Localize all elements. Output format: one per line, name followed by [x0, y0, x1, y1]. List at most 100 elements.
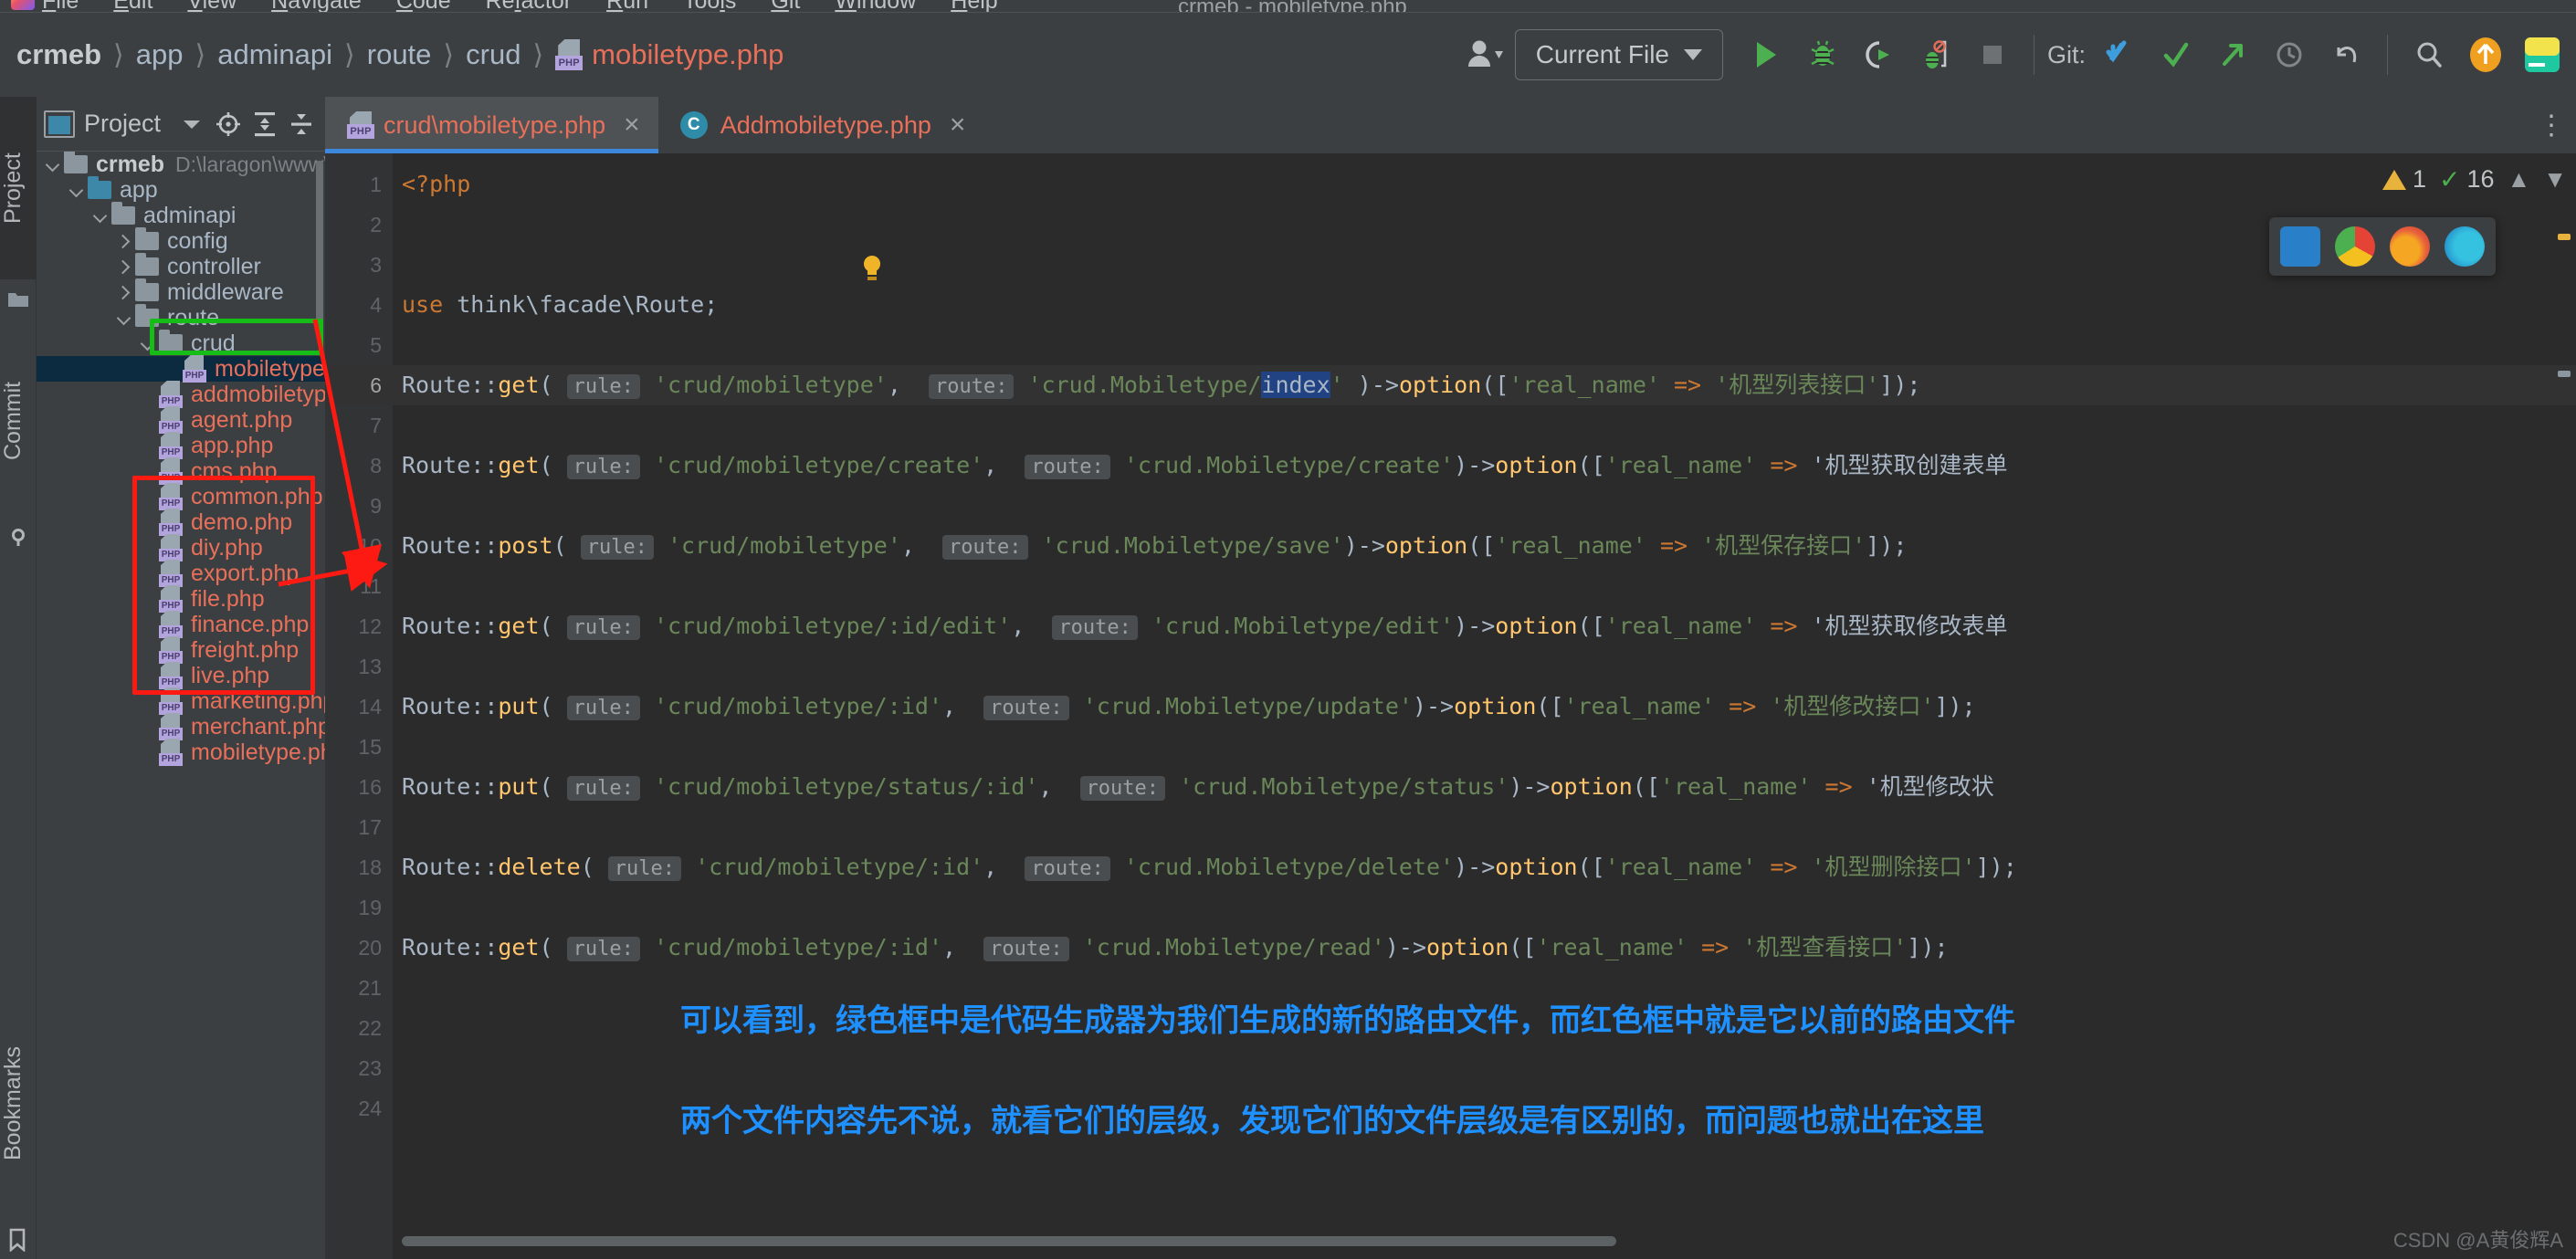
- tree-file-file-php[interactable]: PHP file.php: [37, 585, 325, 613]
- tree-folder-crud[interactable]: crud: [37, 330, 325, 356]
- editor-tab-addmobiletype[interactable]: C Addmobiletype.php ×: [658, 97, 984, 153]
- code-line[interactable]: Route::get( rule: 'crud/mobiletype/:id/e…: [393, 606, 2576, 646]
- tree-file-merchant-php[interactable]: PHP merchant.php: [37, 713, 325, 740]
- intention-bulb-icon[interactable]: [859, 254, 885, 283]
- code-line[interactable]: use think\facade\Route;: [393, 285, 2576, 325]
- tree-folder-controller[interactable]: controller: [37, 253, 325, 279]
- warning-count[interactable]: 1: [2381, 165, 2426, 194]
- chevron-down-icon[interactable]: [44, 152, 64, 177]
- code-line[interactable]: Route::get( rule: 'crud/mobiletype', rou…: [393, 365, 2576, 405]
- tree-file-freight-php[interactable]: PHP freight.php: [37, 636, 325, 664]
- breadcrumb-app[interactable]: app: [136, 38, 184, 71]
- menu-item-help[interactable]: Help: [951, 0, 997, 12]
- menu-item-navigate[interactable]: Navigate: [271, 0, 362, 12]
- inspection-ok-count[interactable]: ✓ 16: [2439, 164, 2495, 194]
- tree-file-live-php[interactable]: PHP live.php: [37, 662, 325, 689]
- tree-file-mobiletype-php[interactable]: PHP mobiletype.php: [37, 739, 325, 766]
- code-line[interactable]: [393, 646, 2576, 687]
- edge-browser-icon[interactable]: [2445, 226, 2485, 267]
- chrome-browser-icon[interactable]: [2335, 226, 2375, 267]
- code-line[interactable]: Route::get( rule: 'crud/mobiletype/:id',…: [393, 928, 2576, 968]
- menu-item-edit[interactable]: Edit: [113, 0, 152, 12]
- tree-file-agent-php[interactable]: PHP agent.php: [37, 406, 325, 434]
- code-line[interactable]: Route::put( rule: 'crud/mobiletype/:id',…: [393, 687, 2576, 727]
- tree-folder-crmeb[interactable]: crmeb D:\laragon\www\crmeb: [37, 152, 325, 177]
- git-commit-check-icon[interactable]: [2148, 26, 2204, 83]
- tree-folder-route[interactable]: route: [37, 304, 325, 330]
- history-clock-icon[interactable]: [2261, 26, 2318, 83]
- menu-item-code[interactable]: Code: [396, 0, 451, 12]
- expand-all-icon[interactable]: [247, 106, 283, 142]
- code-line[interactable]: [393, 486, 2576, 526]
- chevron-down-icon[interactable]: [173, 106, 210, 142]
- chevron-right-icon[interactable]: [115, 279, 135, 305]
- more-options-icon[interactable]: ⋮: [2529, 97, 2576, 153]
- menu-item-run[interactable]: Run: [606, 0, 648, 12]
- tree-file-marketing-php[interactable]: PHP marketing.php: [37, 687, 325, 715]
- editor-horizontal-scrollbar[interactable]: [402, 1236, 1616, 1246]
- menu-item-refactor[interactable]: Refactor: [486, 0, 573, 12]
- project-panel-scrollbar[interactable]: [316, 161, 323, 325]
- update-available-icon[interactable]: [2457, 26, 2514, 83]
- tree-file-export-php[interactable]: PHP export.php: [37, 560, 325, 587]
- chevron-right-icon[interactable]: [115, 228, 135, 254]
- code-line[interactable]: [393, 727, 2576, 767]
- chevron-down-icon[interactable]: [91, 203, 111, 228]
- run-play-icon[interactable]: [1738, 26, 1794, 83]
- chevron-right-icon[interactable]: [115, 254, 135, 279]
- editor-code-area[interactable]: <?php use think\facade\Route; Route::get…: [393, 153, 2576, 1259]
- debug-bug-icon[interactable]: [1794, 26, 1851, 83]
- tree-file-demo-php[interactable]: PHP demo.php: [37, 509, 325, 536]
- menu-item-git[interactable]: Git: [771, 0, 800, 12]
- run-coverage-icon[interactable]: [1851, 26, 1908, 83]
- chevron-down-icon[interactable]: [139, 330, 159, 356]
- profiler-icon[interactable]: [1908, 26, 1964, 83]
- code-line[interactable]: [393, 807, 2576, 847]
- tree-folder-middleware[interactable]: middleware: [37, 278, 325, 305]
- code-line[interactable]: [393, 325, 2576, 365]
- tree-file-finance-php[interactable]: PHP finance.php: [37, 611, 325, 638]
- tree-file-diy-php[interactable]: PHP diy.php: [37, 534, 325, 561]
- chevron-up-icon[interactable]: ▲: [2508, 165, 2531, 194]
- ide-logo-icon[interactable]: [2514, 26, 2571, 83]
- code-line[interactable]: Route::post( rule: 'crud/mobiletype', ro…: [393, 526, 2576, 566]
- menu-item-tools[interactable]: Tools: [683, 0, 736, 12]
- tree-folder-adminapi[interactable]: adminapi: [37, 202, 325, 228]
- code-line[interactable]: [393, 405, 2576, 446]
- project-file-tree[interactable]: crmeb D:\laragon\www\crmeb appadminapiconf…: [37, 152, 325, 1259]
- code-line[interactable]: <?php: [393, 164, 2576, 205]
- breadcrumb-route[interactable]: route: [367, 38, 432, 71]
- breadcrumb-adminapi[interactable]: adminapi: [217, 38, 332, 71]
- tree-file-cms-php[interactable]: PHP cms.php: [37, 457, 325, 485]
- code-line[interactable]: Route::get( rule: 'crud/mobiletype/creat…: [393, 446, 2576, 486]
- sidebar-item-project[interactable]: Project: [0, 97, 37, 279]
- chevron-down-icon[interactable]: ▼: [2543, 165, 2567, 194]
- breadcrumb-crud[interactable]: crud: [466, 38, 520, 71]
- breadcrumb-crmeb[interactable]: crmeb: [16, 38, 101, 71]
- close-icon[interactable]: ×: [950, 110, 966, 141]
- code-line[interactable]: [393, 566, 2576, 606]
- breadcrumb-file[interactable]: mobiletype.php: [592, 38, 783, 71]
- tree-file-mobiletype-php[interactable]: PHP mobiletype.php: [37, 355, 325, 383]
- tree-file-app-php[interactable]: PHP app.php: [37, 432, 325, 459]
- collapse-all-icon[interactable]: [283, 106, 320, 142]
- code-line[interactable]: [393, 245, 2576, 285]
- code-line[interactable]: Route::put( rule: 'crud/mobiletype/statu…: [393, 767, 2576, 807]
- menu-item-window[interactable]: Window: [835, 0, 916, 12]
- run-configuration-selector[interactable]: Current File: [1514, 29, 1723, 80]
- close-icon[interactable]: ×: [624, 110, 640, 141]
- tree-folder-config[interactable]: config: [37, 227, 325, 254]
- user-avatar-icon[interactable]: [1458, 26, 1515, 83]
- sidebar-item-commit[interactable]: Commit: [0, 325, 37, 517]
- ie-browser-icon[interactable]: [2280, 226, 2320, 267]
- search-magnifier-icon[interactable]: [2401, 26, 2457, 83]
- code-line[interactable]: Route::delete( rule: 'crud/mobiletype/:i…: [393, 847, 2576, 887]
- editor-tab-crud-mobiletype[interactable]: PHP crud\mobiletype.php ×: [325, 97, 658, 153]
- code-line[interactable]: [393, 1048, 2576, 1088]
- firefox-browser-icon[interactable]: [2390, 226, 2430, 267]
- git-push-icon[interactable]: [2204, 26, 2261, 83]
- scroll-from-source-icon[interactable]: [210, 106, 247, 142]
- chevron-down-icon[interactable]: [115, 305, 135, 330]
- sidebar-item-bookmarks[interactable]: Bookmarks: [0, 989, 37, 1217]
- git-update-icon[interactable]: [2091, 26, 2148, 83]
